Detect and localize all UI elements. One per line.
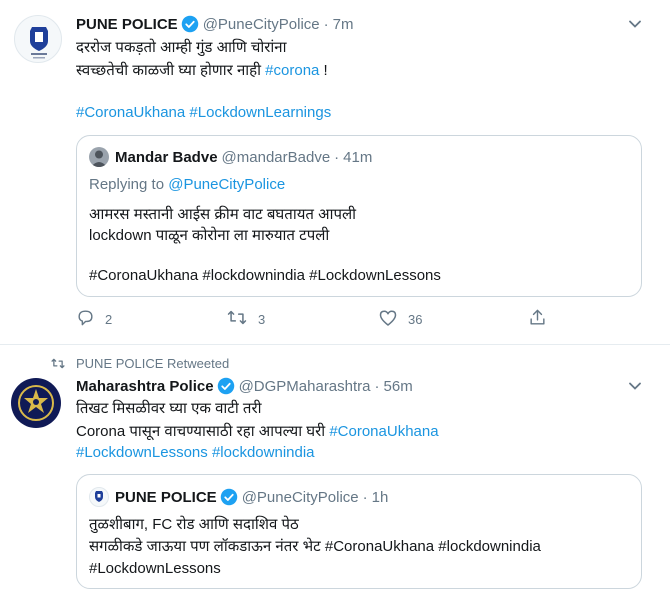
verified-badge-icon xyxy=(181,15,199,33)
reply-count: 2 xyxy=(105,311,113,327)
share-button[interactable] xyxy=(528,308,547,330)
replying-to-handle[interactable]: @PuneCityPolice xyxy=(168,176,285,193)
display-name[interactable]: Maharashtra Police xyxy=(76,378,214,395)
reply-icon xyxy=(76,308,95,330)
hashtag-link[interactable]: #corona xyxy=(265,62,319,79)
quote-header: PUNE POLICE @PuneCityPolice · 1h xyxy=(115,487,388,507)
quoted-tweet[interactable]: Mandar Badve @mandarBadve · 41m Replying… xyxy=(76,135,642,297)
quote-text-line-3: #LockdownLessons xyxy=(89,560,221,577)
quote-hashtags-line: #CoronaUkhana #lockdownindia #LockdownLe… xyxy=(89,267,441,284)
pune-police-small-avatar[interactable] xyxy=(89,487,109,507)
tweet-hashtags-line: #LockdownLessons #lockdownindia xyxy=(76,443,315,463)
share-icon xyxy=(528,308,547,330)
handle[interactable]: @PuneCityPolice xyxy=(203,16,320,33)
tweet-header: Maharashtra Police @DGPMaharashtra · 56m xyxy=(76,376,413,396)
quote-text-line-2: lockdown पाळून कोरोना ला मारुयात टपली xyxy=(89,227,330,244)
tweet-text-fragment: ! xyxy=(319,62,328,79)
separator-dot: · xyxy=(334,148,340,166)
retweet-count: 3 xyxy=(258,311,266,327)
like-count: 36 xyxy=(408,311,423,327)
verified-badge-icon xyxy=(220,488,238,506)
mandar-badve-avatar[interactable] xyxy=(89,147,109,167)
separator-dot: · xyxy=(362,488,368,506)
tweet-text-line-2: स्वच्छतेची काळजी घ्या होणार नाही #corona… xyxy=(76,61,328,81)
replying-to-prefix: Replying to xyxy=(89,176,169,193)
hashtag-link[interactable]: #CoronaUkhana xyxy=(76,104,185,121)
retweet-context-text: PUNE POLICE Retweeted xyxy=(76,356,230,371)
tweet-text-fragment: Corona पासून वाचण्यासाठी रहा आपल्या घरी xyxy=(76,423,330,440)
pune-police-avatar[interactable] xyxy=(14,15,62,63)
replying-to: Replying to @PuneCityPolice xyxy=(89,176,285,193)
maharashtra-police-avatar[interactable] xyxy=(11,378,61,428)
quote-timestamp: 41m xyxy=(343,148,373,166)
quote-display-name: Mandar Badve xyxy=(115,148,218,166)
caret-down-icon[interactable] xyxy=(625,14,645,34)
reply-button[interactable]: 2 xyxy=(76,308,112,330)
tweet-header: PUNE POLICE @PuneCityPolice · 7m xyxy=(76,14,353,34)
quote-hashtag: #CoronaUkhana xyxy=(324,538,435,555)
quote-header: Mandar Badve @mandarBadve · 41m xyxy=(115,147,372,167)
caret-down-icon[interactable] xyxy=(625,376,645,396)
hashtag-link[interactable]: #lockdownindia xyxy=(212,444,315,461)
verified-badge-icon xyxy=(217,377,235,395)
quote-display-name: PUNE POLICE xyxy=(115,488,217,506)
retweet-icon xyxy=(226,308,248,330)
like-button[interactable]: 36 xyxy=(378,308,422,330)
quote-handle: @mandarBadve xyxy=(221,148,331,166)
quote-text-line-1: आमरस मस्तानी आईस क्रीम वाट बघतायत आपली xyxy=(89,206,357,223)
tweet-maharashtra-police[interactable]: PUNE POLICE Retweeted Maharashtra Police… xyxy=(0,346,670,598)
quote-handle: @PuneCityPolice xyxy=(241,488,359,506)
retweet-context[interactable]: PUNE POLICE Retweeted xyxy=(50,356,229,371)
hashtag-link[interactable]: #CoronaUkhana xyxy=(329,423,438,440)
tweet-pune-police[interactable]: PUNE POLICE @PuneCityPolice · 7m दररोज प… xyxy=(0,0,670,345)
tweet-actions: 2 3 36 xyxy=(76,309,556,329)
handle[interactable]: @DGPMaharashtra xyxy=(239,378,371,395)
timestamp[interactable]: 7m xyxy=(333,16,354,33)
display-name[interactable]: PUNE POLICE xyxy=(76,16,178,33)
retweet-button[interactable]: 3 xyxy=(226,308,265,330)
tweet-text-fragment: स्वच्छतेची काळजी घ्या होणार नाही xyxy=(76,62,266,79)
quoted-tweet[interactable]: PUNE POLICE @PuneCityPolice · 1h तुळशीबा… xyxy=(76,474,642,589)
quote-text-line-1: तुळशीबाग, FC रोड आणि सदाशिव पेठ xyxy=(89,516,299,533)
tweet-text-line-2: Corona पासून वाचण्यासाठी रहा आपल्या घरी … xyxy=(76,422,439,442)
tweet-text-line-1: तिखट मिसळीवर घ्या एक वाटी तरी xyxy=(76,400,262,417)
quote-timestamp: 1h xyxy=(371,488,389,506)
quote-hashtag: #lockdownindia xyxy=(438,538,541,555)
hashtag-link[interactable]: #LockdownLessons xyxy=(76,444,208,461)
hashtag-link[interactable]: #LockdownLearnings xyxy=(189,104,331,121)
retweet-small-icon xyxy=(50,357,66,370)
quote-text-fragment: सगळीकडे जाऊया पण लॉकडाऊन नंतर भेट xyxy=(89,538,325,555)
like-icon xyxy=(378,308,398,330)
quote-text-line-2: सगळीकडे जाऊया पण लॉकडाऊन नंतर भेट #Coron… xyxy=(89,537,541,557)
tweet-text-line-1: दररोज पकड़तो आम्ही गुंड आणि चोरांना xyxy=(76,39,287,56)
timestamp[interactable]: 56m xyxy=(384,378,413,395)
tweet-hashtags-line: #CoronaUkhana #LockdownLearnings xyxy=(76,103,331,123)
separator-dot: · xyxy=(374,377,380,395)
separator-dot: · xyxy=(323,15,329,33)
